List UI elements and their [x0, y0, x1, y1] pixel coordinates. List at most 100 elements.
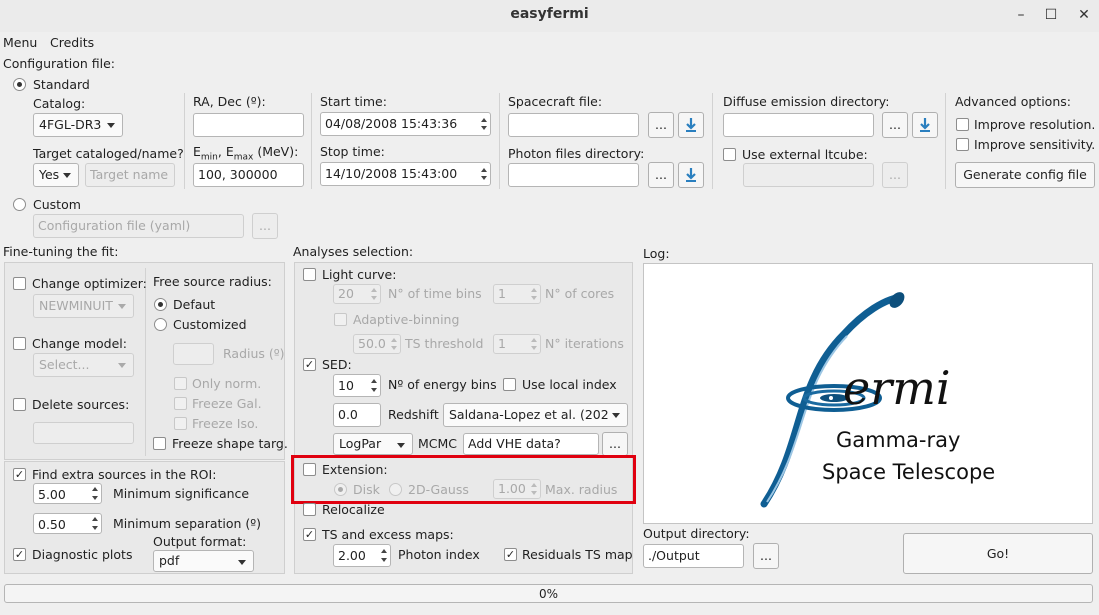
- freeze-shape-checkbox[interactable]: [153, 437, 166, 450]
- maximize-button[interactable]: ☐: [1038, 4, 1064, 26]
- spin-up-icon[interactable]: [92, 517, 98, 521]
- ts-threshold-spin[interactable]: 50.0: [353, 334, 401, 354]
- iterations-spin[interactable]: 1: [493, 334, 541, 354]
- output-browse-button[interactable]: ...: [753, 543, 779, 569]
- stop-time-input[interactable]: 14/10/2008 15:43:00: [320, 162, 491, 186]
- improve-sensitivity-checkbox[interactable]: [956, 138, 969, 151]
- spin-down-icon[interactable]: [371, 296, 377, 300]
- target-name-input[interactable]: Target name: [85, 163, 175, 187]
- menu-item-menu[interactable]: Menu: [3, 35, 37, 50]
- spin-up-icon[interactable]: [92, 487, 98, 491]
- catalog-select[interactable]: 4FGL-DR3: [33, 113, 123, 137]
- spacecraft-browse-button[interactable]: ...: [648, 112, 674, 138]
- spin-up-icon[interactable]: [481, 168, 487, 172]
- delete-sources-input[interactable]: [33, 422, 134, 444]
- minimize-button[interactable]: –: [1008, 4, 1034, 26]
- spin-up-icon[interactable]: [531, 338, 537, 342]
- only-norm-checkbox[interactable]: [174, 377, 187, 390]
- spin-down-icon[interactable]: [481, 126, 487, 130]
- customized-label: Customized: [173, 317, 247, 332]
- spacecraft-input[interactable]: [508, 113, 639, 137]
- diagnostic-checkbox[interactable]: ✓: [13, 548, 26, 561]
- delete-sources-checkbox[interactable]: [13, 398, 26, 411]
- freeze-iso-checkbox[interactable]: [174, 417, 187, 430]
- photon-download-button[interactable]: [678, 162, 704, 188]
- ltcube-input[interactable]: [743, 163, 874, 187]
- vhe-browse-button[interactable]: ...: [602, 432, 628, 456]
- spacecraft-download-button[interactable]: [678, 112, 704, 138]
- download-icon: [686, 168, 696, 182]
- photon-browse-button[interactable]: ...: [648, 162, 674, 188]
- find-extra-label: Find extra sources in the ROI:: [32, 467, 217, 482]
- ebl-model-select[interactable]: Saldana-Lopez et al. (2021): [443, 403, 628, 427]
- cores-spin[interactable]: 1: [493, 284, 541, 304]
- output-dir-input[interactable]: ./Output: [643, 544, 744, 568]
- adaptive-binning-checkbox[interactable]: [334, 313, 347, 326]
- ltcube-browse-button[interactable]: ...: [882, 162, 908, 188]
- custom-radio[interactable]: [13, 198, 26, 211]
- optimizer-select[interactable]: NEWMINUIT: [33, 294, 134, 318]
- spin-up-icon[interactable]: [371, 379, 377, 383]
- diagnostic-label: Diagnostic plots: [32, 547, 133, 562]
- change-optimizer-checkbox[interactable]: [13, 277, 26, 290]
- separator: [184, 93, 185, 189]
- min-separation-spin[interactable]: 0.50: [33, 513, 102, 534]
- model-select[interactable]: Select...: [33, 353, 134, 377]
- spin-down-icon[interactable]: [92, 526, 98, 530]
- residuals-checkbox[interactable]: ✓: [504, 548, 517, 561]
- photon-index-spin[interactable]: 2.00: [333, 544, 391, 567]
- customized-radio[interactable]: [154, 318, 167, 331]
- target-yes-select[interactable]: Yes: [33, 163, 79, 187]
- spin-down-icon[interactable]: [371, 388, 377, 392]
- change-model-checkbox[interactable]: [13, 337, 26, 350]
- spectral-model-select[interactable]: LogPar: [333, 433, 413, 455]
- radec-input[interactable]: [193, 113, 304, 137]
- generate-config-button[interactable]: Generate config file: [955, 162, 1095, 188]
- energy-input[interactable]: 100, 300000: [193, 163, 304, 187]
- vhe-data-input[interactable]: Add VHE data?: [463, 433, 599, 455]
- ltcube-checkbox[interactable]: [723, 148, 736, 161]
- menu-item-credits[interactable]: Credits: [50, 35, 94, 50]
- custom-config-input[interactable]: Configuration file (yaml): [33, 214, 244, 238]
- improve-sensitivity-label: Improve sensitivity.: [974, 137, 1096, 152]
- spin-down-icon[interactable]: [391, 346, 397, 350]
- target-yes-value: Yes: [39, 167, 60, 182]
- photon-dir-input[interactable]: [508, 163, 639, 187]
- custom-browse-button[interactable]: ...: [252, 213, 278, 239]
- find-extra-checkbox[interactable]: ✓: [13, 468, 26, 481]
- time-bins-spin[interactable]: 20: [333, 284, 381, 304]
- spin-up-icon[interactable]: [381, 549, 387, 553]
- diffuse-browse-button[interactable]: ...: [882, 112, 908, 138]
- relocalize-checkbox[interactable]: [303, 503, 316, 516]
- spin-down-icon[interactable]: [531, 346, 537, 350]
- sed-checkbox[interactable]: ✓: [303, 358, 316, 371]
- min-significance-spin[interactable]: 5.00: [33, 483, 102, 504]
- spin-down-icon[interactable]: [92, 496, 98, 500]
- improve-resolution-checkbox[interactable]: [956, 118, 969, 131]
- close-button[interactable]: ✕: [1071, 4, 1097, 26]
- spin-up-icon[interactable]: [391, 338, 397, 342]
- spin-down-icon[interactable]: [381, 558, 387, 562]
- defaut-radio[interactable]: [154, 298, 167, 311]
- ts-maps-checkbox[interactable]: ✓: [303, 528, 316, 541]
- spin-up-icon[interactable]: [481, 118, 487, 122]
- menu-bar: [0, 32, 1099, 52]
- diffuse-download-button[interactable]: [912, 112, 938, 138]
- spin-down-icon[interactable]: [531, 296, 537, 300]
- light-curve-checkbox[interactable]: [303, 268, 316, 281]
- local-index-checkbox[interactable]: [503, 378, 516, 391]
- spin-up-icon[interactable]: [371, 288, 377, 292]
- spin-down-icon[interactable]: [481, 176, 487, 180]
- go-button[interactable]: Go!: [903, 533, 1093, 574]
- output-format-select[interactable]: pdf: [153, 550, 254, 572]
- standard-radio[interactable]: [13, 78, 26, 91]
- spin-up-icon[interactable]: [531, 288, 537, 292]
- diffuse-input[interactable]: [723, 113, 874, 137]
- photon-index-value: 2.00: [338, 548, 366, 563]
- energy-bins-value: 10: [338, 378, 354, 393]
- freeze-gal-checkbox[interactable]: [174, 397, 187, 410]
- energy-bins-spin[interactable]: 10: [333, 374, 381, 397]
- redshift-input[interactable]: 0.0: [333, 403, 381, 427]
- start-time-input[interactable]: 04/08/2008 15:43:36: [320, 112, 491, 136]
- radius-input[interactable]: [173, 343, 214, 365]
